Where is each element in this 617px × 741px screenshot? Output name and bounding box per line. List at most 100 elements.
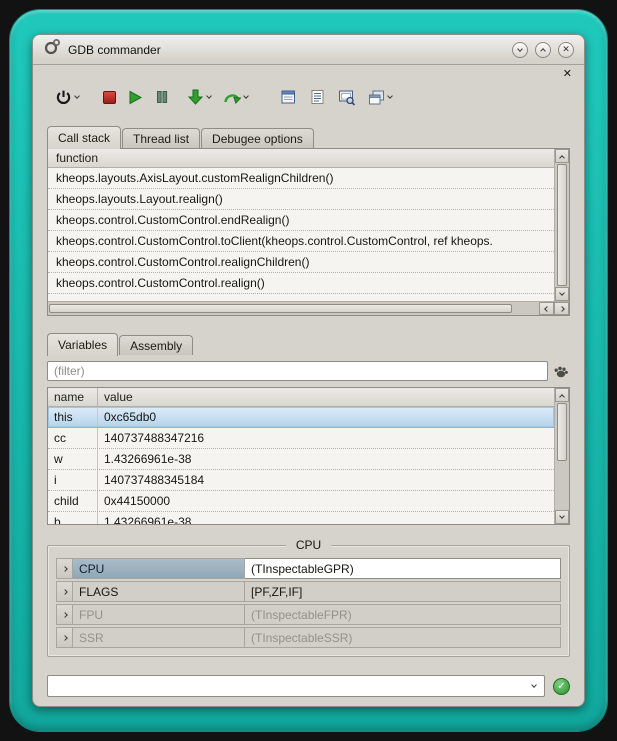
app-icon [43,38,61,61]
callstack-horizontal-scrollbar[interactable] [48,301,569,315]
step-into-button[interactable] [185,84,213,110]
scroll-up-button[interactable] [555,388,569,402]
debug-toolbar [47,83,570,111]
callstack-row[interactable]: kheops.control.CustomControl.toClient(kh… [48,231,554,252]
cpu-row-name: CPU [73,558,245,579]
chevron-right-icon [62,612,68,618]
stop-button[interactable] [101,84,118,110]
callstack-vertical-scrollbar[interactable] [554,149,569,301]
column-header-value[interactable]: value [98,388,554,406]
variable-row[interactable]: i 140737488345184 [48,470,554,491]
pause-icon [155,90,169,104]
cpu-row-name: FPU [73,604,245,625]
tab-debugee-options[interactable]: Debugee options [201,128,314,148]
titlebar[interactable]: GDB commander ✕ [33,35,584,65]
tab-variables[interactable]: Variables [47,333,118,356]
callstack-column-header[interactable]: function [48,149,554,168]
run-button[interactable] [126,84,145,110]
variables-vertical-scrollbar[interactable] [554,388,569,524]
cpu-row-value: (TInspectableFPR) [245,604,561,625]
callstack-row[interactable]: kheops.control.CustomControl.endRealign(… [48,210,554,231]
paw-filter-icon[interactable] [552,362,570,380]
tab-thread-list[interactable]: Thread list [122,128,200,148]
play-icon [128,90,143,105]
command-input[interactable] [48,676,524,696]
windows-icon [368,89,385,106]
screenshot-stage: GDB commander ✕ ✕ [0,0,617,741]
power-button[interactable] [53,84,81,110]
cpu-tree-row[interactable]: FLAGS [PF,ZF,IF] [56,581,561,602]
chevron-up-icon [559,394,565,400]
combo-dropdown-button[interactable] [524,683,544,689]
dropdown-chevron-icon [387,93,393,99]
chevron-left-icon [544,306,550,312]
variable-row[interactable]: child 0x44150000 [48,491,554,512]
variable-name: cc [48,428,98,448]
variable-name: this [48,407,98,427]
tab-assembly[interactable]: Assembly [119,335,193,355]
scroll-right-button[interactable] [554,302,569,315]
stop-icon [103,91,116,104]
chevron-right-icon [559,306,565,312]
callstack-list: function kheops.layouts.AxisLayout.custo… [48,149,554,301]
expander-button[interactable] [56,558,73,579]
callstack-row[interactable]: kheops.control.CustomControl.realignChil… [48,252,554,273]
variables-tabbar: Variables Assembly [47,332,570,355]
tab-call-stack[interactable]: Call stack [47,126,121,149]
scroll-left-button[interactable] [539,302,554,315]
variables-panel: name value this 0xc65db0 cc 140737488347… [47,387,570,525]
scrollbar-thumb[interactable] [557,403,567,461]
variable-row[interactable]: b 1.43266961e-38 [48,512,554,524]
chevron-down-icon [559,513,565,519]
pause-button[interactable] [153,84,171,110]
variable-name: child [48,491,98,511]
command-combobox[interactable] [47,675,545,697]
callstack-row[interactable]: kheops.layouts.AxisLayout.customRealignC… [48,168,554,189]
callstack-tabbar: Call stack Thread list Debugee options [47,125,570,148]
maximize-button[interactable] [535,42,551,58]
report-button[interactable] [278,84,299,110]
teal-frame: GDB commander ✕ ✕ [10,10,607,731]
variable-row[interactable]: this 0xc65db0 [48,407,554,428]
step-over-icon [223,90,241,105]
scroll-up-button[interactable] [555,149,569,163]
filter-row [47,361,570,381]
minimize-button[interactable] [512,42,528,58]
scrollbar-track[interactable] [555,462,569,510]
cpu-row-value-editor[interactable]: (TInspectableGPR) [245,558,561,579]
chevron-right-icon [62,635,68,641]
chevron-down-icon [517,46,523,52]
variable-value: 0xc65db0 [98,407,554,427]
scroll-down-button[interactable] [555,287,569,301]
scrollbar-track[interactable] [513,302,539,315]
variable-value: 1.43266961e-38 [98,449,554,469]
filter-input[interactable] [47,361,548,381]
cpu-tree-row[interactable]: SSR (TInspectableSSR) [56,627,561,648]
column-header-name[interactable]: name [48,388,98,406]
list-icon [309,89,326,105]
list-button[interactable] [307,84,328,110]
cpu-groupbox: CPU CPU (TInspectableGPR) FLAGS [PF,ZF,I… [47,545,570,657]
variable-row[interactable]: w 1.43266961e-38 [48,449,554,470]
expander-button[interactable] [56,581,73,602]
expander-button[interactable] [56,627,73,648]
step-over-button[interactable] [221,84,250,110]
close-button[interactable]: ✕ [558,42,574,58]
scroll-down-button[interactable] [555,510,569,524]
variable-value: 1.43266961e-38 [98,512,554,524]
scrollbar-thumb[interactable] [557,164,567,286]
send-command-button[interactable]: ✓ [553,678,570,695]
variables-header: name value [48,388,554,407]
callstack-row[interactable]: kheops.control.CustomControl.realign() [48,273,554,294]
watch-window-button[interactable] [336,84,358,110]
cpu-tree-row[interactable]: CPU (TInspectableGPR) [56,558,561,579]
scrollbar-thumb[interactable] [49,304,512,313]
watch-window-icon [338,89,356,106]
variable-row[interactable]: cc 140737488347216 [48,428,554,449]
panel-close-icon[interactable]: ✕ [563,69,572,80]
cpu-tree-row[interactable]: FPU (TInspectableFPR) [56,604,561,625]
callstack-row[interactable]: kheops.layouts.Layout.realign() [48,189,554,210]
expander-button[interactable] [56,604,73,625]
window-title: GDB commander [68,43,161,57]
windows-button[interactable] [366,84,394,110]
